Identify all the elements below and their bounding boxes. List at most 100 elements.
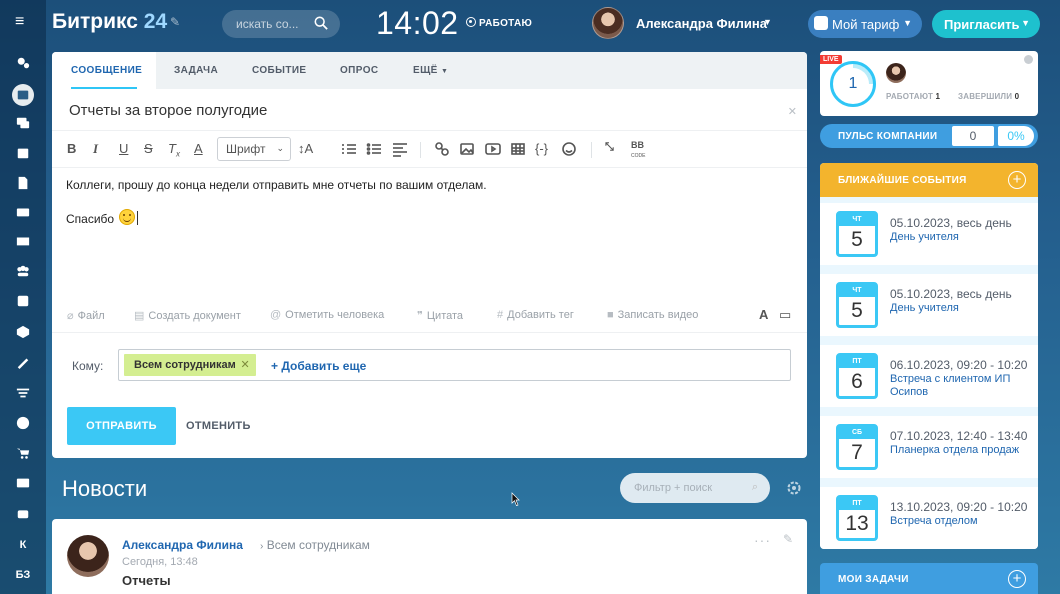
tab-message[interactable]: СООБЩЕНИЕ (52, 52, 156, 89)
composer-tabs: СООБЩЕНИЕ ЗАДАЧА СОБЫТИЕ ОПРОС ЕЩЁ ▼ (52, 52, 807, 89)
link-icon[interactable] (434, 141, 450, 160)
video-icon[interactable] (485, 141, 501, 160)
company-pulse[interactable]: ПУЛЬС КОМПАНИИ 0 0% (820, 124, 1038, 148)
numbered-list-icon[interactable] (341, 141, 357, 160)
align-icon[interactable] (392, 141, 408, 160)
remove-recipient-icon[interactable]: ✕ (241, 358, 250, 371)
table-icon[interactable] (510, 141, 526, 160)
drive-icon[interactable] (14, 205, 32, 223)
event-name[interactable]: День учителя (890, 302, 1030, 315)
info-icon[interactable] (1024, 55, 1033, 64)
menu-icon[interactable]: ≡ (15, 14, 31, 30)
tab-poll[interactable]: ОПРОС (340, 65, 379, 76)
italic-button[interactable]: I (93, 141, 98, 157)
post-title-input[interactable]: Отчеты за второе полугодие (69, 102, 267, 119)
event-item[interactable]: ПТ 13 13.10.2023, 09:20 - 10:20 Встреча о… (820, 487, 1038, 549)
working-stat[interactable]: РАБОТАЮТ 1 (886, 92, 940, 101)
close-icon[interactable]: ✕ (788, 105, 797, 118)
clear-format-icon[interactable]: Tx (168, 141, 180, 159)
create-document-button[interactable]: ▤ Создать документ (134, 309, 241, 322)
text-cursor (137, 211, 139, 225)
k-menu-item[interactable]: К (14, 536, 32, 554)
docs-icon[interactable] (14, 176, 32, 194)
finished-stat[interactable]: ЗАВЕРШИЛИ 0 (958, 92, 1019, 101)
feed-icon[interactable] (12, 84, 34, 106)
send-button[interactable]: ОТПРАВИТЬ (67, 407, 176, 445)
cancel-button[interactable]: ОТМЕНИТЬ (186, 420, 251, 432)
code-icon[interactable]: {-} (535, 141, 548, 156)
attach-file-button[interactable]: ⌀ Файл (67, 309, 105, 322)
add-tag-button[interactable]: # Добавить тег (497, 309, 574, 321)
event-name[interactable]: Встреча отделом (890, 515, 1030, 528)
live-counter[interactable]: 1 (830, 61, 876, 107)
sites-icon[interactable] (14, 476, 32, 494)
add-recipient-link[interactable]: + Добавить еще (271, 359, 366, 373)
live-stats-card: LIVE 1 РАБОТАЮТ 1 ЗАВЕРШИЛИ 0 (820, 51, 1038, 116)
bbcode-icon[interactable]: BB CODE (631, 141, 645, 161)
tab-more[interactable]: ЕЩЁ ▼ (413, 65, 448, 76)
event-name[interactable]: Планерка отдела продаж (890, 444, 1030, 457)
text-color-icon[interactable]: A (194, 141, 203, 156)
robot-icon[interactable] (14, 506, 32, 524)
recipients-field[interactable]: Всем сотрудникам ✕ + Добавить еще (118, 349, 791, 381)
image-icon[interactable] (459, 141, 475, 160)
tab-task[interactable]: ЗАДАЧА (174, 65, 218, 76)
event-item[interactable]: ЧТ 5 05.10.2023, весь день День учителя (820, 203, 1038, 265)
emoji-icon[interactable] (561, 141, 577, 160)
pin-icon[interactable]: ✎ (783, 532, 793, 546)
fullscreen-icon[interactable]: ⤡ (605, 141, 614, 154)
event-item[interactable]: ЧТ 5 05.10.2023, весь день День учителя (820, 274, 1038, 336)
user-name[interactable]: Александра Филина (636, 16, 767, 31)
shop-icon[interactable] (14, 446, 32, 464)
font-select[interactable]: Шрифт ⌄ (217, 137, 291, 161)
quote-button[interactable]: ❞ Цитата (417, 309, 463, 322)
panel-toggle-icon[interactable]: ▭ (779, 307, 791, 323)
calendar-icon[interactable] (14, 146, 32, 164)
text-format-icon[interactable]: A (759, 307, 768, 322)
event-name[interactable]: Встреча с клиентом ИП Осипов (890, 373, 1030, 399)
chevron-down-icon[interactable]: ▼ (763, 17, 772, 27)
target-icon[interactable] (14, 416, 32, 434)
record-video-button[interactable]: ■ Записать видео (607, 309, 698, 321)
font-size-icon[interactable]: ↕A (298, 141, 313, 156)
message-editor[interactable]: Коллеги, прошу до конца недели отправить… (66, 176, 487, 243)
bold-button[interactable]: B (67, 141, 76, 156)
mention-button[interactable]: @ Отметить человека (270, 309, 384, 321)
post-author[interactable]: Александра Филина (122, 538, 243, 552)
tab-event[interactable]: СОБЫТИЕ (252, 65, 307, 76)
mail-icon[interactable] (14, 234, 32, 252)
event-item[interactable]: СБ 7 07.10.2023, 12:40 - 13:40 Планерка о… (820, 416, 1038, 478)
invite-button[interactable]: Пригласить ▼ (932, 10, 1040, 38)
avatar[interactable] (67, 535, 109, 577)
at-icon: @ (270, 309, 282, 321)
bulleted-list-icon[interactable] (366, 141, 382, 160)
filter-icon[interactable] (14, 386, 32, 404)
recipient-chip[interactable]: Всем сотрудникам ✕ (124, 354, 256, 376)
avatar[interactable] (886, 63, 906, 83)
crm-icon[interactable] (14, 325, 32, 343)
strikethrough-button[interactable]: S (144, 141, 153, 156)
post-destination[interactable]: › Всем сотрудникам (260, 538, 370, 552)
chat-icon[interactable] (14, 116, 32, 134)
filter-search-input[interactable]: Фильтр + поиск ⌕ (620, 473, 770, 503)
event-name[interactable]: День учителя (890, 231, 1030, 244)
underline-button[interactable]: U (119, 141, 128, 156)
work-status[interactable]: РАБОТАЮ (466, 17, 532, 29)
search-input[interactable]: искать со... (222, 10, 340, 38)
kb-menu-item[interactable]: БЗ (14, 566, 32, 584)
sign-icon[interactable] (14, 355, 32, 373)
edit-logo-icon[interactable]: ✎ (170, 15, 180, 29)
activity-icon[interactable] (14, 56, 32, 74)
event-item[interactable]: ПТ 6 06.10.2023, 09:20 - 10:20 Встреча с … (820, 345, 1038, 407)
user-avatar[interactable] (592, 7, 624, 39)
my-tasks[interactable]: МОИ ЗАДАЧИ + (820, 563, 1038, 594)
logo[interactable]: Битрикс 24 (52, 10, 167, 34)
gear-icon[interactable] (786, 480, 802, 496)
add-task-icon[interactable]: + (1008, 570, 1026, 588)
groups-icon[interactable] (14, 264, 32, 282)
add-event-icon[interactable]: + (1008, 171, 1026, 189)
more-icon[interactable]: ··· (754, 532, 771, 548)
clock[interactable]: 14:02 (376, 5, 459, 42)
my-plan-button[interactable]: Мой тариф ▼ (808, 10, 922, 38)
tasks-icon[interactable] (14, 294, 32, 312)
